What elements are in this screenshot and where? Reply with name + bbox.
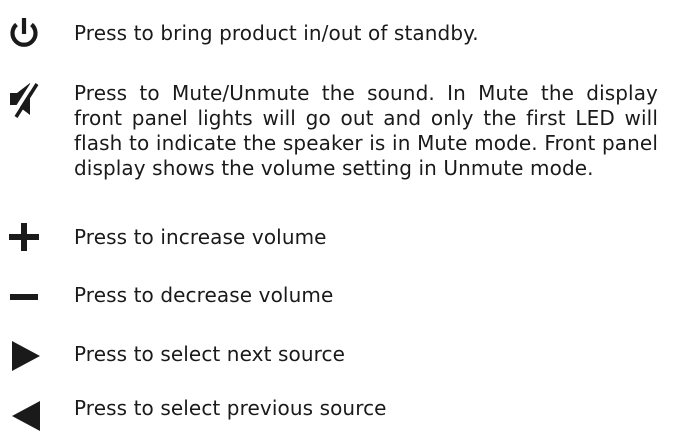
control-row-volume-down: Press to decrease volume — [0, 276, 678, 316]
volume-down-description: Press to decrease volume — [74, 283, 334, 307]
control-row-next-source: Press to select next source — [0, 336, 678, 376]
plus-icon — [6, 218, 42, 258]
power-icon — [6, 14, 42, 54]
control-row-mute: Press to Mute/Unmute the sound. In Mute … — [0, 78, 678, 188]
play-left-icon — [6, 396, 42, 436]
volume-up-description: Press to increase volume — [74, 225, 327, 249]
mute-speaker-icon — [6, 80, 42, 120]
play-right-icon — [6, 336, 42, 376]
control-row-volume-up: Press to increase volume — [0, 218, 678, 258]
previous-source-description: Press to select previous source — [74, 396, 387, 420]
minus-icon — [6, 276, 42, 316]
mute-description: Press to Mute/Unmute the sound. In Mute … — [74, 81, 658, 180]
control-row-previous-source: Press to select previous source — [0, 392, 678, 432]
control-row-power: Press to bring product in/out of standby… — [0, 14, 678, 54]
power-description: Press to bring product in/out of standby… — [74, 21, 479, 45]
next-source-description: Press to select next source — [74, 342, 345, 366]
